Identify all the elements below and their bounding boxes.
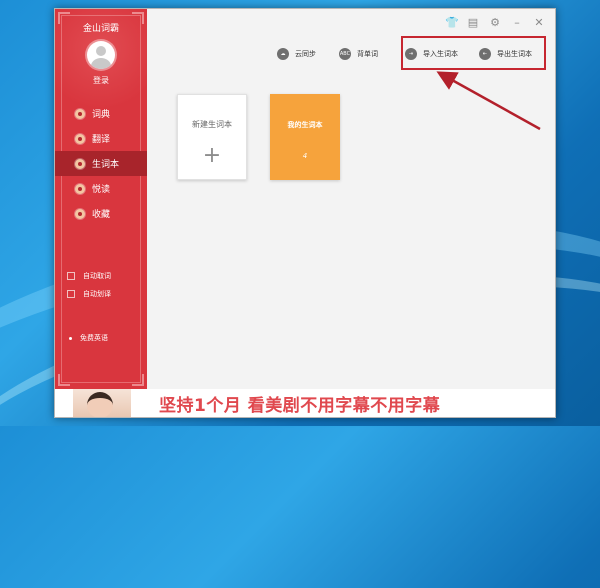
- my-wordbook-card[interactable]: 我的生词本 4: [270, 94, 340, 180]
- avatar-icon: [96, 46, 106, 56]
- checkbox-label: 自动取词: [83, 272, 111, 280]
- cloud-icon: ☁: [277, 48, 289, 60]
- auto-translate-option[interactable]: 自动划译: [67, 285, 111, 303]
- avatar[interactable]: [87, 41, 115, 69]
- my-wordbook-label: 我的生词本: [287, 121, 323, 129]
- ad-banner[interactable]: 坚持1个月 看美剧不用字幕不用字幕: [55, 389, 555, 417]
- recite-words-label: 背单词: [357, 50, 378, 58]
- dictionary-icon: [75, 108, 85, 119]
- highlight-box: [401, 36, 546, 70]
- avatar-body: [91, 58, 111, 69]
- wordbook-icon: [75, 158, 85, 169]
- person-icon: [87, 392, 113, 417]
- message-icon[interactable]: ▤: [467, 17, 479, 29]
- sidebar-item-dictionary[interactable]: 词典: [55, 101, 147, 126]
- cloud-sync-button[interactable]: ☁ 云同步: [277, 48, 316, 60]
- auto-translate-checkbox[interactable]: [67, 290, 75, 298]
- auto-lookup-option[interactable]: 自动取词: [67, 267, 111, 285]
- sidebar-item-label: 生词本: [92, 160, 120, 170]
- sidebar-item-label: 悦读: [92, 185, 111, 195]
- favorites-icon: [75, 208, 85, 219]
- bullet-icon: [69, 336, 72, 340]
- banner-photo: [73, 389, 131, 417]
- corner-ornament: [132, 374, 144, 386]
- auto-lookup-checkbox[interactable]: [67, 272, 75, 280]
- sidebar-item-reading[interactable]: 悦读: [55, 176, 147, 201]
- new-wordbook-card[interactable]: 新建生词本 +: [177, 94, 247, 180]
- window-controls: 👕 ▤ ⚙ – ✕: [445, 17, 545, 29]
- login-link[interactable]: 登录: [55, 75, 147, 86]
- sidebar-item-wordbook[interactable]: 生词本: [55, 151, 147, 176]
- close-icon[interactable]: ✕: [533, 17, 545, 29]
- corner-ornament: [58, 374, 70, 386]
- free-english-link[interactable]: 免费英语: [69, 333, 108, 343]
- sidebar: 金山词霸 登录 词典 翻译 生词本 悦读 收藏 自动取词 自动划译 免费英语: [55, 9, 147, 389]
- sidebar-item-label: 收藏: [92, 210, 111, 220]
- minimize-icon[interactable]: –: [511, 17, 523, 29]
- sidebar-item-translate[interactable]: 翻译: [55, 126, 147, 151]
- option-checks: 自动取词 自动划译: [67, 267, 111, 303]
- recite-words-button[interactable]: ABC 背单词: [339, 48, 378, 60]
- sidebar-item-label: 翻译: [92, 135, 111, 145]
- reading-icon: [75, 183, 85, 194]
- banner-text: 坚持1个月 看美剧不用字幕不用字幕: [159, 396, 441, 416]
- word-count: 4: [302, 152, 308, 160]
- checkbox-label: 自动划译: [83, 290, 111, 298]
- gear-icon[interactable]: ⚙: [489, 17, 501, 29]
- cloud-sync-label: 云同步: [295, 50, 316, 58]
- translate-icon: [75, 133, 85, 144]
- app-window: 金山词霸 登录 词典 翻译 生词本 悦读 收藏 自动取词 自动划译 免费英语 👕…: [54, 8, 556, 418]
- sidebar-item-label: 词典: [92, 110, 111, 120]
- free-english-label: 免费英语: [80, 334, 108, 342]
- plus-icon: +: [202, 143, 222, 168]
- annotation-arrow: [436, 71, 541, 131]
- app-title: 金山词霸: [82, 24, 119, 34]
- sidebar-nav: 词典 翻译 生词本 悦读 收藏: [55, 101, 147, 226]
- abc-icon: ABC: [339, 48, 351, 60]
- new-wordbook-label: 新建生词本: [192, 120, 232, 129]
- sidebar-item-favorites[interactable]: 收藏: [55, 201, 147, 226]
- skin-icon[interactable]: 👕: [445, 17, 459, 29]
